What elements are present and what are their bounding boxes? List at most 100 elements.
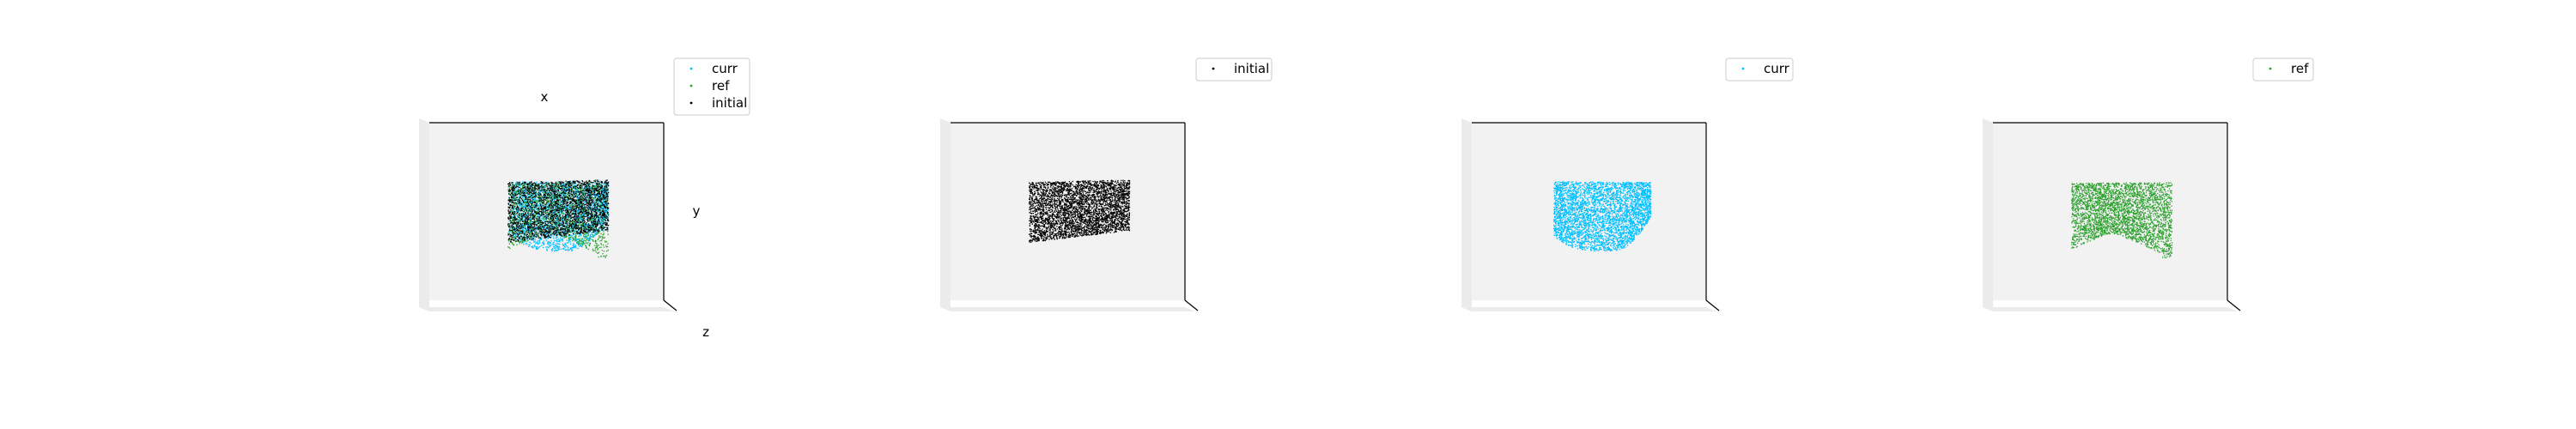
scatter-point xyxy=(585,240,586,242)
scatter-point xyxy=(538,187,540,189)
scatter-point xyxy=(587,197,589,199)
scatter-point xyxy=(523,208,525,210)
scatter-point xyxy=(590,187,592,189)
scatter-point xyxy=(529,219,531,221)
scatter-point xyxy=(581,246,583,248)
scatter-point xyxy=(568,241,569,243)
scatter-point xyxy=(577,247,579,250)
scatter-point xyxy=(519,196,521,198)
scatter-point xyxy=(536,196,538,198)
scatter-point xyxy=(535,223,537,225)
scatter-point xyxy=(571,247,574,249)
scatter-point xyxy=(547,200,549,202)
scatter-point xyxy=(595,240,597,242)
scatter-point xyxy=(572,233,574,234)
scatter-point xyxy=(605,256,606,257)
scatter-point xyxy=(562,198,563,200)
scatter-point xyxy=(575,190,577,192)
subplots: xyzcurrrefinitialinitial curr ref xyxy=(419,57,2314,340)
scatter-point xyxy=(556,182,558,184)
scatter-point xyxy=(520,188,522,190)
scatter-point xyxy=(603,237,605,239)
scatter-point xyxy=(563,188,565,190)
scatter-point xyxy=(586,247,587,249)
scatter-point xyxy=(529,237,531,239)
scatter-point xyxy=(551,235,553,237)
figure: xyzcurrrefinitialinitial curr ref xyxy=(419,57,2314,340)
scatter-point xyxy=(558,243,561,245)
scatter-point xyxy=(525,212,526,214)
scatter-point xyxy=(574,246,576,248)
scatter-point xyxy=(576,204,579,207)
scatter-point xyxy=(605,179,607,181)
scatter-point xyxy=(513,202,515,204)
scatter-point xyxy=(584,237,586,239)
scatter-point xyxy=(509,234,512,236)
scatter-point xyxy=(510,196,513,199)
side-pane xyxy=(419,118,429,311)
scatter-point xyxy=(578,223,580,225)
scatter-point xyxy=(593,216,596,218)
scatter-point xyxy=(566,205,568,207)
scatter-point xyxy=(584,203,586,206)
scatter-point xyxy=(520,201,523,202)
scatter-point xyxy=(592,234,594,236)
scatter-point xyxy=(545,239,547,241)
scatter-point xyxy=(599,240,601,242)
scatter-point xyxy=(534,186,536,188)
scatter-point xyxy=(516,184,518,186)
scatter-point xyxy=(511,228,513,230)
scatter-point xyxy=(597,252,598,254)
scatter-point xyxy=(575,247,577,249)
scatter-point xyxy=(598,212,600,214)
scatter-point xyxy=(587,242,589,244)
scatter-point xyxy=(570,193,572,195)
scatter-point xyxy=(530,218,532,220)
scatter-point xyxy=(547,225,549,227)
scatter-point xyxy=(580,211,582,214)
scatter-point xyxy=(595,242,597,244)
scatter-point xyxy=(536,208,538,209)
scatter-point xyxy=(509,216,511,218)
scatter-point xyxy=(606,188,608,190)
scatter-point xyxy=(569,236,572,238)
scatter-point xyxy=(606,206,609,208)
scatter-point xyxy=(514,204,516,206)
scatter-point xyxy=(565,236,567,239)
scatter-point xyxy=(538,207,540,208)
scatter-point xyxy=(538,210,539,212)
scatter-point xyxy=(605,257,606,258)
scatter-point xyxy=(536,202,538,205)
scatter-point xyxy=(582,241,585,243)
scatter-point xyxy=(600,246,602,248)
scatter-point xyxy=(519,185,522,187)
scatter-point xyxy=(600,198,602,201)
scatter-point xyxy=(587,203,589,205)
scatter-point xyxy=(568,239,570,241)
scatter-point xyxy=(560,227,562,229)
scatter-point xyxy=(563,234,565,237)
scatter-point xyxy=(589,242,591,244)
scatter-point xyxy=(575,236,577,238)
scatter-point xyxy=(526,233,529,235)
scatter-point xyxy=(592,248,594,250)
scatter-point xyxy=(559,237,562,239)
scatter-point xyxy=(565,249,568,251)
scatter-point xyxy=(523,243,525,245)
scatter-point xyxy=(581,240,583,243)
scatter-point xyxy=(511,224,513,226)
scatter-point xyxy=(603,246,605,248)
scatter-point xyxy=(522,184,524,187)
scatter-point xyxy=(578,204,580,206)
scatter-point xyxy=(527,226,529,227)
scatter-point xyxy=(561,248,562,250)
scatter-point xyxy=(598,246,601,249)
scatter-point xyxy=(575,205,577,207)
scatter-point xyxy=(553,246,555,248)
scatter-point xyxy=(549,233,550,235)
scatter-point xyxy=(551,244,553,245)
scatter-point xyxy=(556,229,558,231)
scatter-point xyxy=(526,232,527,233)
scatter-point xyxy=(579,233,580,235)
scatter-point xyxy=(570,247,572,249)
